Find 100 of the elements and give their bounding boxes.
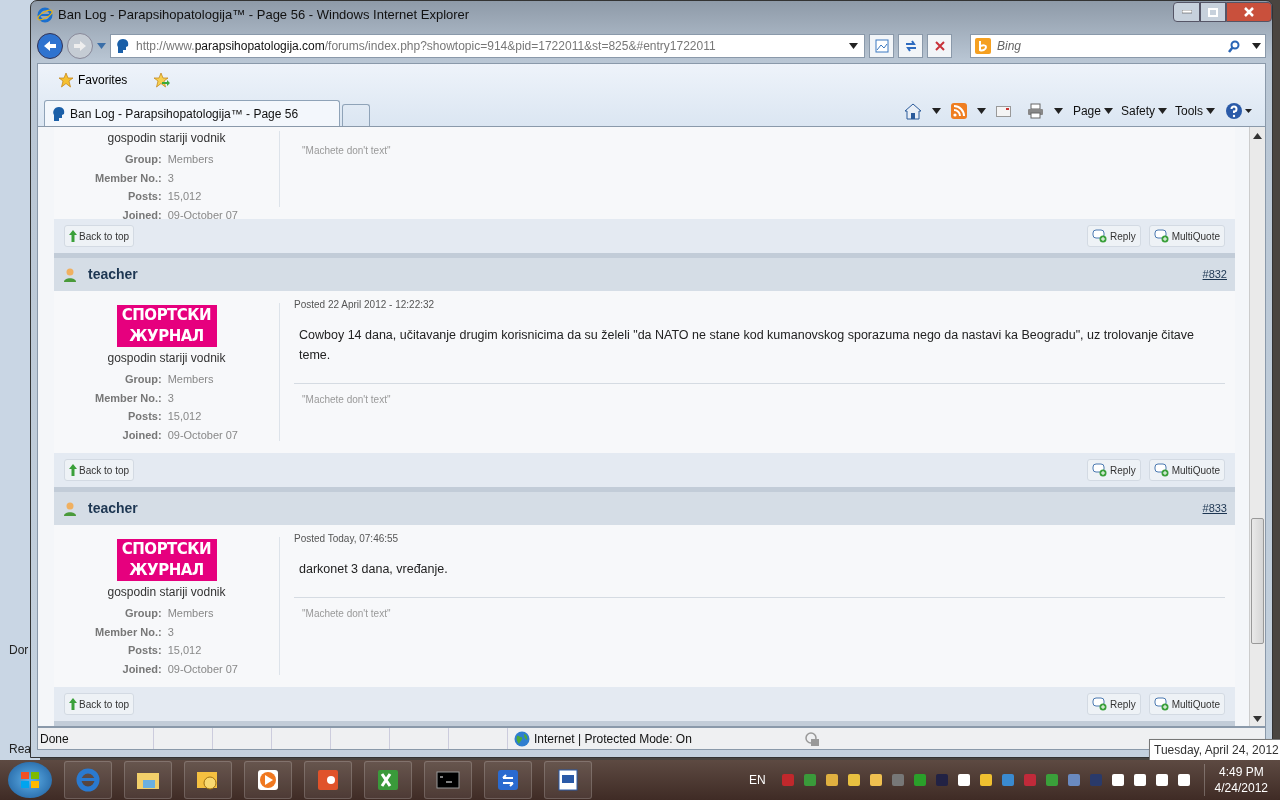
dropdown-caret-icon[interactable] [1053, 108, 1063, 114]
print-icon[interactable] [1026, 103, 1044, 119]
multiquote-button[interactable]: MultiQuote [1148, 225, 1225, 247]
reply-button[interactable]: Reply [1087, 459, 1141, 481]
author-name[interactable]: teacher [88, 498, 138, 519]
browser-tab[interactable]: Ban Log - Parapsihopatologija™ - Page 56 [44, 100, 340, 126]
search-bar[interactable]: Bing [970, 34, 1266, 58]
tray-icon[interactable] [1131, 772, 1148, 788]
dropdown-caret-icon[interactable] [849, 43, 858, 49]
profile-label: Group: [123, 152, 162, 167]
menu-button[interactable]: Page [1072, 102, 1113, 120]
mail-icon[interactable] [995, 105, 1011, 117]
help-button[interactable] [1225, 102, 1253, 120]
tray-icon[interactable] [845, 772, 862, 788]
stop-button[interactable] [927, 34, 952, 58]
author-name[interactable]: teacher [88, 264, 138, 285]
profile-value: 3 [167, 624, 175, 640]
close-button[interactable] [1226, 2, 1272, 22]
start-button[interactable] [8, 762, 52, 798]
scroll-up-icon[interactable] [1253, 133, 1262, 139]
security-zone-text: Internet | Protected Mode: On [534, 730, 692, 748]
profile-label: Joined: [121, 661, 162, 677]
speech-bubble-plus-icon [1153, 229, 1170, 243]
background-window-text: Dor [9, 642, 29, 659]
member-rank: gospodin stariji vodnik [107, 130, 226, 147]
profile-label: Joined: [121, 207, 162, 223]
taskbar-button[interactable] [124, 761, 172, 799]
taskbar-button[interactable] [424, 761, 472, 799]
clock[interactable]: 4:49 PM 4/24/2012 [1203, 764, 1268, 796]
back-to-top-button[interactable]: Back to top [64, 459, 135, 481]
taskbar-button[interactable] [304, 761, 352, 799]
background-window-text: Rea [9, 741, 31, 758]
signature-text: "Machete don't text" [294, 597, 1225, 621]
profile-label: Posts: [127, 643, 162, 658]
taskbar-button[interactable] [184, 761, 232, 799]
post-number-link[interactable]: #833 [1202, 500, 1227, 517]
tray-icon[interactable] [1153, 772, 1170, 788]
reply-button[interactable]: Reply [1087, 225, 1141, 247]
tray-icon[interactable] [1109, 772, 1126, 788]
dropdown-caret-icon[interactable] [1252, 43, 1261, 49]
taskbar-button[interactable] [364, 761, 412, 799]
menu-button[interactable]: Safety [1120, 102, 1167, 120]
profile-label: Member No.: [95, 624, 162, 640]
address-field[interactable]: http://www.parapsihopatologija.com/forums/index.php?showtopic=914&pid=1722011&st=825&#entry1722011 [110, 34, 865, 58]
search-icon[interactable] [1228, 39, 1240, 53]
home-icon[interactable] [903, 102, 922, 120]
scroll-down-icon[interactable] [1253, 716, 1262, 722]
status-text: Done [39, 730, 70, 748]
taskbar-button[interactable] [244, 761, 292, 799]
speech-bubble-plus-icon [1092, 697, 1109, 711]
multiquote-button[interactable]: MultiQuote [1148, 693, 1225, 715]
maximize-button[interactable] [1200, 2, 1226, 22]
post-date: Posted Today, 07:46:55 [294, 532, 400, 546]
back-to-top-button[interactable]: Back to top [64, 225, 135, 247]
tray-icon[interactable] [823, 772, 840, 788]
post-number-link[interactable]: #832 [1202, 266, 1227, 283]
site-head-icon [50, 105, 66, 122]
multiquote-button[interactable]: MultiQuote [1148, 459, 1225, 481]
avatar-logo: СПОРТСКИ ЖУРНАЛ [116, 305, 217, 347]
dropdown-caret-icon[interactable] [931, 108, 941, 114]
profile-value: Members [167, 152, 215, 167]
site-head-icon [114, 38, 130, 54]
add-favorite-icon[interactable] [153, 72, 172, 88]
profile-value: Members [167, 372, 215, 387]
post-text: Cowboy 14 dana, učitavanje drugim korisnicima da su želeli "da NATO ne stane kod kumanovskog sporazuma nego da nastavi ka Beogradu", uz trolovanje čitave teme. [299, 327, 1196, 364]
tray-icon[interactable] [867, 772, 884, 788]
back-to-top-button[interactable]: Back to top [64, 693, 135, 715]
tray-icon[interactable] [1175, 772, 1192, 788]
speech-bubble-plus-icon [1153, 697, 1170, 711]
tray-icon[interactable] [955, 772, 972, 788]
taskbar-button[interactable] [544, 761, 592, 799]
minimize-button[interactable] [1173, 2, 1200, 22]
profile-value: 09-October 07 [167, 207, 238, 223]
menu-button[interactable]: Tools [1175, 102, 1215, 120]
refresh-icon [903, 39, 918, 53]
profile-label: Posts: [127, 409, 162, 424]
up-arrow-icon [69, 698, 77, 710]
tray-icon[interactable] [977, 772, 994, 788]
back-button[interactable] [37, 33, 63, 59]
speech-bubble-plus-icon [1092, 229, 1109, 243]
feed-icon[interactable] [950, 103, 967, 119]
profile-label: Member No.: [95, 170, 162, 186]
refresh-button[interactable] [898, 34, 923, 58]
star-icon [58, 72, 74, 88]
forward-arrow-icon [73, 40, 87, 52]
reply-button[interactable]: Reply [1087, 693, 1141, 715]
compatibility-view-button[interactable] [869, 34, 894, 58]
search-input[interactable]: Bing [995, 36, 1224, 56]
profile-label: Group: [123, 372, 162, 387]
language-indicator[interactable]: EN [748, 771, 766, 789]
caret-icon [1158, 108, 1167, 114]
favorites-button[interactable]: Favorites [52, 69, 134, 91]
taskbar-button[interactable] [484, 761, 532, 799]
vertical-scrollbar[interactable] [1249, 127, 1265, 726]
dropdown-caret-icon[interactable] [976, 108, 986, 114]
help-icon [1225, 102, 1253, 120]
signature-text: "Machete don't text" [301, 144, 392, 158]
user-icon [62, 500, 78, 517]
profile-value: 3 [167, 390, 175, 406]
scrollbar-thumb[interactable] [1251, 518, 1264, 644]
